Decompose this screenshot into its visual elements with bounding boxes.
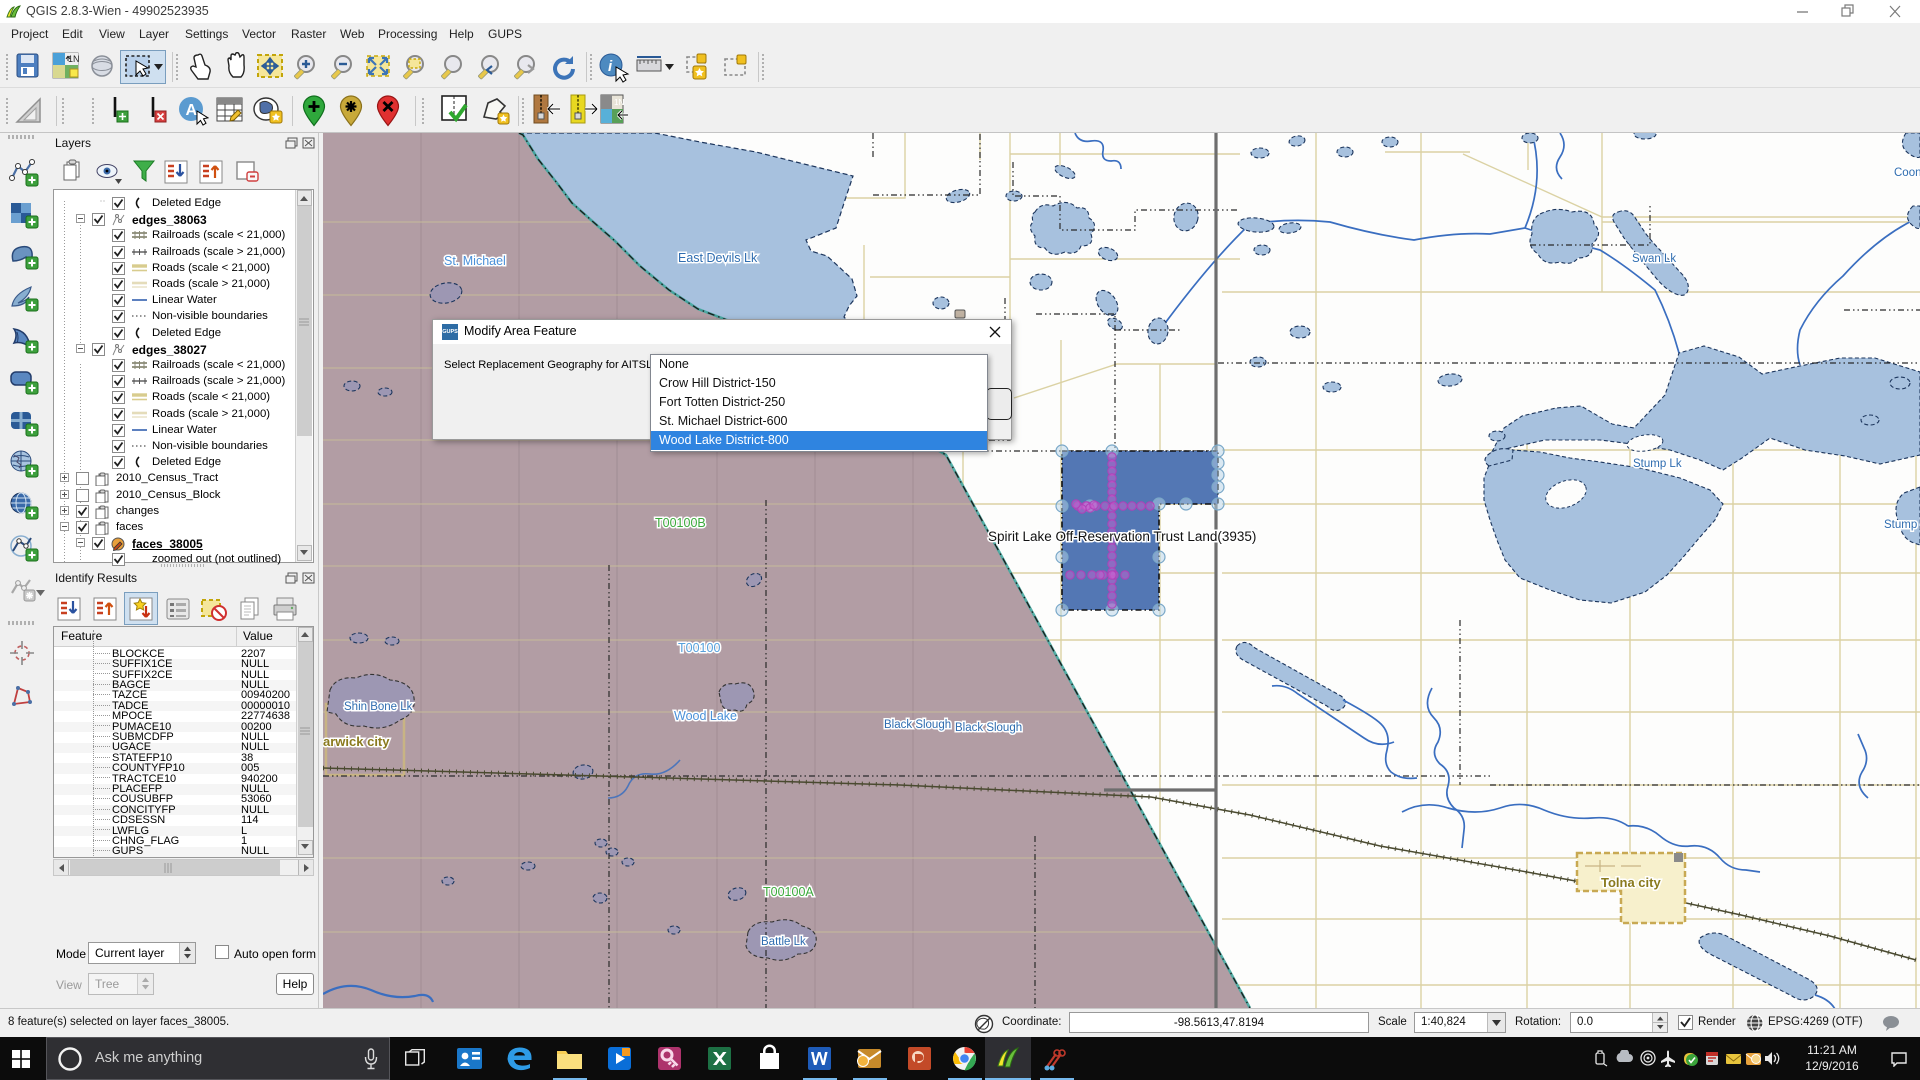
svg-text:Coon: Coon xyxy=(1894,167,1920,179)
svg-text:Spirit Lake Off-Reservation Tr: Spirit Lake Off-Reservation Trust Land(3… xyxy=(988,529,1256,544)
svg-text:A: A xyxy=(186,102,198,119)
svg-text:1N: 1N xyxy=(614,98,624,107)
svg-text:T00100B: T00100B xyxy=(655,516,706,530)
svg-text:Swan Lk: Swan Lk xyxy=(1632,253,1676,265)
svg-text:Wood Lake: Wood Lake xyxy=(674,709,737,723)
svg-text:Stump Lk: Stump Lk xyxy=(1884,519,1920,531)
svg-text:Shin Bone Lk: Shin Bone Lk xyxy=(344,701,413,713)
svg-text:St. Michael: St. Michael xyxy=(444,254,506,268)
svg-text:Black Slough: Black Slough xyxy=(884,719,951,731)
svg-text:East Devils Lk: East Devils Lk xyxy=(678,251,758,265)
svg-text:Stump Lk: Stump Lk xyxy=(1633,458,1682,470)
svg-text:Black Slough: Black Slough xyxy=(955,722,1022,734)
svg-text:T00100: T00100 xyxy=(678,641,720,655)
svg-text:T00100A: T00100A xyxy=(763,885,814,899)
svg-text:Tolna city: Tolna city xyxy=(1601,875,1661,890)
svg-text:Battle Lk: Battle Lk xyxy=(761,936,806,948)
svg-text:arwick city: arwick city xyxy=(323,734,390,749)
